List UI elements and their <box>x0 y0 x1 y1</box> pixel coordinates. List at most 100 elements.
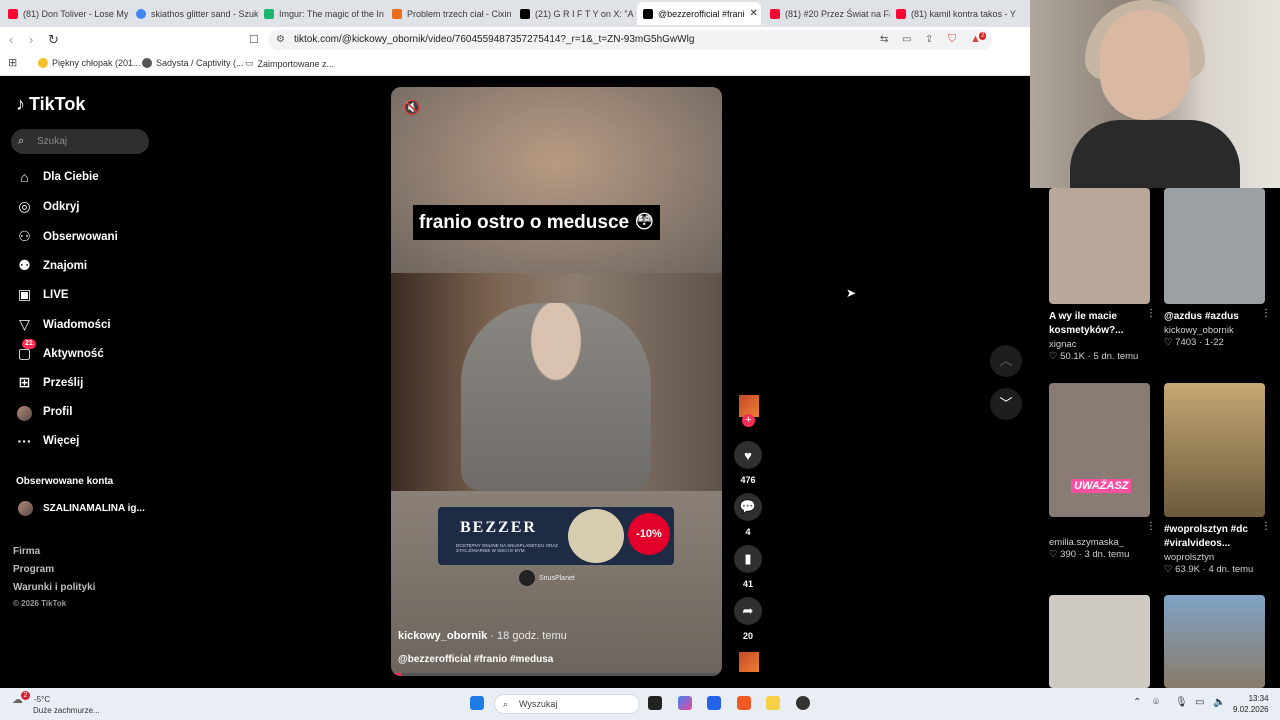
previous-video-button[interactable]: ︿ <box>990 345 1022 377</box>
nav-item-messages[interactable]: ▽ Wiadomości <box>16 316 111 333</box>
navigation-bar: ‹ › ↻ ☐ ⚙ tiktok.com/@kickowy_obornik/vid… <box>0 27 1030 53</box>
bookmark-favicon-icon <box>38 58 48 68</box>
cast-icon[interactable]: ▭ <box>902 34 911 45</box>
search-input[interactable]: ⌕ Szukaj <box>11 129 149 154</box>
more-options-icon[interactable]: ⋮ <box>1146 308 1156 319</box>
browser-tab[interactable]: (81) #20 Przez Świat na Fa <box>764 2 890 25</box>
video-thumbnail[interactable] <box>1164 595 1265 688</box>
footer-link-terms[interactable]: Warunki i polityki <box>13 582 95 593</box>
video-thumbnail[interactable] <box>1164 383 1265 517</box>
nav-item-upload[interactable]: ⊞ Prześlij <box>16 374 84 391</box>
bookmark-item[interactable]: Sadysta / Captivity (... <box>142 58 244 68</box>
video-card-author[interactable]: woprolsztyn <box>1164 552 1265 563</box>
windows-start-icon[interactable] <box>470 696 484 710</box>
copilot-icon[interactable] <box>678 696 692 710</box>
copyright: © 2026 TikTok <box>13 599 67 608</box>
nav-item-more[interactable]: ··· Więcej <box>16 433 80 449</box>
browser-tab-active[interactable]: @bezzerofficial #frani ✕ <box>637 2 761 25</box>
more-options-icon[interactable]: ⋮ <box>1261 521 1271 532</box>
comment-count: 4 <box>745 527 751 537</box>
nav-item-explore[interactable]: ◎ Odkryj <box>16 198 79 215</box>
comment-icon[interactable]: 💬 <box>734 493 762 521</box>
microphone-icon[interactable]: 🎙 <box>1175 697 1188 708</box>
nav-item-for-you[interactable]: ⌂ Dla Ciebie <box>16 169 98 185</box>
heart-icon[interactable]: ♥ <box>734 441 762 469</box>
share-icon[interactable]: ⇪ <box>925 34 933 45</box>
like-action[interactable]: ♥ 476 <box>733 441 763 485</box>
mute-icon[interactable]: 🔇 <box>403 99 420 116</box>
translate-icon[interactable]: ⇆ <box>880 34 888 45</box>
video-card[interactable]: UWAŻASZ ⋮ emilia.szymaska_ ♡ 390 · 3 dn.… <box>1049 383 1156 560</box>
close-tab-icon[interactable]: ✕ <box>750 8 758 19</box>
video-card-author[interactable]: xignac <box>1049 339 1150 350</box>
video-thumbnail[interactable] <box>1164 188 1265 304</box>
more-options-icon[interactable]: ⋮ <box>1146 521 1156 532</box>
video-card[interactable]: ⋮ @azdus #azdus kickowy_obornik ♡ 7403 ·… <box>1164 188 1271 348</box>
video-author[interactable]: kickowy_obornik · 18 godz. temu <box>398 630 567 642</box>
share-arrow-icon[interactable]: ➦ <box>734 597 762 625</box>
obs-icon[interactable] <box>796 696 810 710</box>
video-card-author[interactable]: emilia.szymaska_ <box>1049 537 1150 548</box>
weather-widget[interactable]: ☁ 2 -5°C Duże zachmurze... <box>12 691 100 715</box>
video-card-author[interactable]: kickowy_obornik <box>1164 325 1265 336</box>
brave-shield-icon[interactable]: ⛉ <box>948 33 956 46</box>
video-progress-bar[interactable] <box>391 673 722 676</box>
followed-accounts-title: Obserwowane konta <box>16 476 114 487</box>
tab-strip: (81) Don Toliver - Lose My skiathos glit… <box>0 0 1030 27</box>
bookmark-folder[interactable]: ▭ Zaimportowane z... <box>245 58 334 69</box>
browser-tab[interactable]: Imgur: The magic of the In <box>258 2 386 25</box>
video-description[interactable]: @bezzerofficial #franio #medusa <box>398 654 553 665</box>
video-card[interactable] <box>1049 595 1150 688</box>
footer-link-program[interactable]: Program <box>13 564 54 575</box>
tray-chevron-up-icon[interactable]: ⌃ <box>1133 697 1141 708</box>
footer-link-company[interactable]: Firma <box>13 546 40 557</box>
browser-tab[interactable]: (81) Don Toliver - Lose My <box>2 2 130 25</box>
video-card[interactable]: ⋮ #woprolsztyn #dc #viralvideos... wopro… <box>1164 383 1271 575</box>
browser-tab[interactable]: (81) kamil kontra takos - Y <box>890 2 1018 25</box>
share-action[interactable]: ➦ 20 <box>733 597 763 641</box>
nav-item-activity[interactable]: ▢ 21 Aktywność <box>16 339 104 362</box>
reload-icon[interactable]: ↻ <box>48 32 59 48</box>
bookmark-favicon-icon <box>142 58 152 68</box>
tiktok-logo[interactable]: ♪ TikTok <box>16 94 85 115</box>
video-person <box>461 303 651 491</box>
nav-item-friends[interactable]: ⚉ Znajomi <box>16 257 87 274</box>
brave-browser-icon[interactable] <box>737 696 751 710</box>
followed-account-item[interactable]: SZALINAMALINA ig... <box>18 501 145 516</box>
back-icon[interactable]: ‹ <box>9 32 13 47</box>
video-thumbnail[interactable] <box>1049 595 1150 688</box>
more-options-icon[interactable]: ⋮ <box>1261 308 1271 319</box>
forward-icon[interactable]: › <box>29 32 33 47</box>
task-view-icon[interactable] <box>648 696 662 710</box>
next-video-button[interactable]: ﹀ <box>990 388 1022 420</box>
apps-icon[interactable]: ⊞ <box>8 56 17 69</box>
store-icon[interactable] <box>707 696 721 710</box>
taskbar-search[interactable]: ⌕ Wyszukaj <box>494 694 640 714</box>
follow-plus-icon[interactable]: + <box>742 414 755 427</box>
video-player[interactable]: 🔇 franio ostro o medusce 😳 BEZZER DOSTĘP… <box>391 87 722 676</box>
video-card[interactable] <box>1164 595 1265 688</box>
system-clock[interactable]: 13:34 9.02.2026 <box>1233 693 1269 715</box>
sound-disc-icon[interactable] <box>739 652 759 672</box>
browser-tab[interactable]: Problem trzech ciał - Cixin <box>386 2 514 25</box>
site-settings-icon[interactable]: ⚙ <box>276 30 285 50</box>
video-frame-main <box>391 273 722 491</box>
video-thumbnail[interactable] <box>1049 188 1150 304</box>
video-thumbnail[interactable]: UWAŻASZ <box>1049 383 1150 517</box>
bookmark-item[interactable]: Piękny chłopak (201... <box>38 58 141 68</box>
browser-tab[interactable]: skiathos glitter sand - Szuk <box>130 2 258 25</box>
nav-item-live[interactable]: ▣ LIVE <box>16 286 69 303</box>
nav-item-profile[interactable]: Profil <box>16 404 72 421</box>
display-icon[interactable]: ▭ <box>1195 697 1204 708</box>
bookmark-icon[interactable]: ☐ <box>249 33 259 46</box>
network-icon[interactable]: ⌾ <box>1153 697 1159 708</box>
video-card[interactable]: ⋮ A wy ile macie kosmetyków?... xignac ♡… <box>1049 188 1156 362</box>
nav-item-following[interactable]: ⚇ Obserwowani <box>16 228 118 245</box>
comment-action[interactable]: 💬 4 <box>733 493 763 537</box>
save-action[interactable]: ▮ 41 <box>733 545 763 589</box>
file-explorer-icon[interactable] <box>766 696 780 710</box>
imgur-icon <box>264 8 274 19</box>
volume-icon[interactable]: 🔈 <box>1213 697 1225 708</box>
browser-tab[interactable]: (21) G R I F T Y on X: "A wi <box>514 2 636 25</box>
bookmark-icon[interactable]: ▮ <box>734 545 762 573</box>
